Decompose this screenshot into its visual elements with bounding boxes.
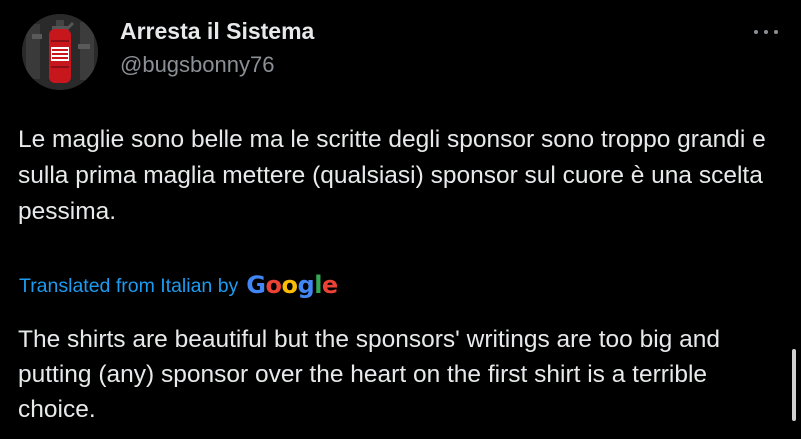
more-dots-icon bbox=[754, 30, 758, 34]
google-logo-letter: e bbox=[321, 271, 338, 299]
fire-extinguisher-avatar-icon bbox=[22, 14, 98, 90]
more-dots-icon bbox=[764, 30, 768, 34]
google-logo-letter: o bbox=[265, 271, 283, 299]
avatar[interactable] bbox=[22, 14, 98, 90]
author-display-name[interactable]: Arresta il Sistema bbox=[120, 18, 314, 45]
tweet-translated-text: The shirts are beautiful but the sponsor… bbox=[18, 326, 720, 423]
scrollbar[interactable] bbox=[792, 349, 796, 421]
google-logo-letter: G bbox=[246, 271, 266, 299]
google-logo-letter: l bbox=[314, 271, 322, 299]
google-logo-letter: o bbox=[281, 271, 299, 299]
google-logo: Google bbox=[246, 271, 338, 299]
google-logo-letter: g bbox=[297, 271, 315, 299]
translation-attribution: Translated from Italian by Google bbox=[19, 270, 338, 299]
more-dots-icon bbox=[774, 30, 778, 34]
more-options-button[interactable] bbox=[748, 22, 784, 42]
author-handle[interactable]: @bugsbonny76 bbox=[120, 52, 274, 78]
tweet-original-text: Le maglie sono belle ma le scritte degli… bbox=[18, 126, 766, 225]
translated-from-label[interactable]: Translated from Italian by bbox=[19, 275, 238, 298]
